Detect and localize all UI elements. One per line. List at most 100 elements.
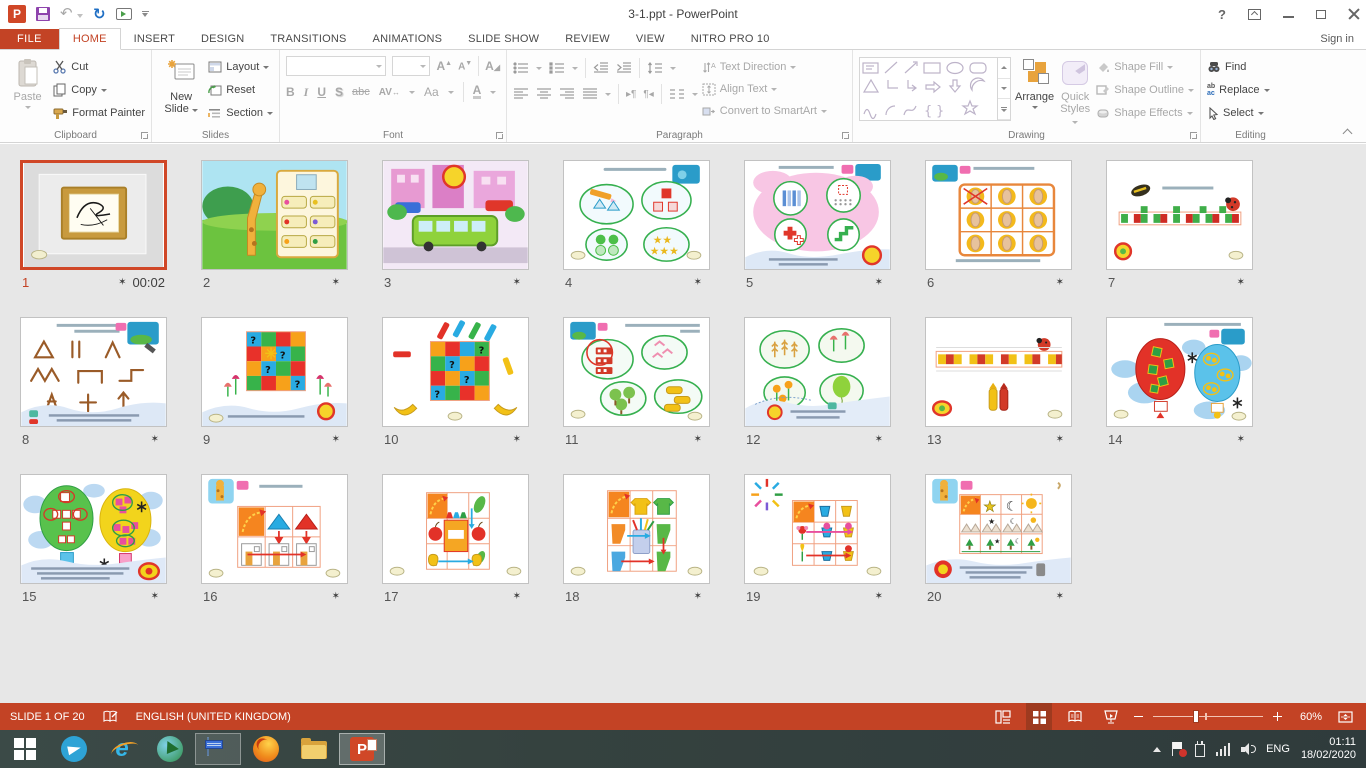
zoom-slider[interactable] bbox=[1153, 703, 1263, 730]
font-dialog-launcher[interactable] bbox=[496, 132, 503, 139]
shape-fill-button[interactable]: Shape Fill bbox=[1096, 57, 1194, 77]
save-icon[interactable] bbox=[36, 7, 50, 21]
slide-cell[interactable]: ???? 10 ✶ bbox=[382, 317, 529, 447]
numbering-icon[interactable] bbox=[549, 61, 565, 75]
shape-effects-button[interactable]: Shape Effects bbox=[1096, 103, 1194, 123]
tab-review[interactable]: REVIEW bbox=[552, 29, 623, 49]
slide-cell[interactable]: 13 ✶ bbox=[925, 317, 1072, 447]
start-button[interactable] bbox=[0, 730, 50, 768]
layout-button[interactable]: Layout bbox=[208, 57, 273, 77]
tab-design[interactable]: DESIGN bbox=[188, 29, 257, 49]
align-center-icon[interactable] bbox=[536, 87, 552, 101]
redo-button[interactable]: ↻ bbox=[93, 7, 106, 21]
customize-qat-button[interactable] bbox=[142, 11, 149, 18]
slide-cell[interactable]: 14 ✶ bbox=[1106, 317, 1253, 447]
help-button[interactable]: ? bbox=[1218, 7, 1226, 22]
reset-button[interactable]: Reset bbox=[208, 80, 273, 100]
drawing-dialog-launcher[interactable] bbox=[1190, 132, 1197, 139]
slide-cell[interactable]: 18 ✶ bbox=[563, 474, 710, 604]
slide-thumbnail[interactable] bbox=[1106, 317, 1253, 427]
powerpoint-app-icon[interactable]: P bbox=[8, 5, 26, 23]
input-language-indicator[interactable]: ENG bbox=[1266, 743, 1290, 755]
select-button[interactable]: Select bbox=[1207, 103, 1270, 123]
close-button[interactable] bbox=[1348, 8, 1360, 20]
paste-button[interactable]: Paste bbox=[6, 54, 49, 127]
align-text-button[interactable]: Align Text bbox=[702, 79, 827, 99]
sign-in-link[interactable]: Sign in bbox=[1308, 29, 1366, 49]
slide-thumbnail[interactable] bbox=[744, 474, 891, 584]
slide-cell[interactable]: 7 ✶ bbox=[1106, 160, 1253, 290]
slide-thumbnail[interactable] bbox=[382, 160, 529, 270]
new-slide-caret-icon[interactable] bbox=[192, 109, 198, 112]
bullets-icon[interactable] bbox=[513, 61, 529, 75]
tab-animations[interactable]: ANIMATIONS bbox=[360, 29, 456, 49]
underline-button[interactable]: U bbox=[317, 85, 326, 99]
justify-icon[interactable] bbox=[582, 87, 598, 101]
clear-formatting-button[interactable]: A◢ bbox=[485, 59, 500, 73]
fit-to-window-button[interactable] bbox=[1332, 703, 1358, 730]
volume-icon[interactable] bbox=[1241, 743, 1255, 755]
decrease-indent-icon[interactable] bbox=[593, 61, 609, 75]
ltr-direction-icon[interactable]: ▸¶ bbox=[626, 89, 636, 100]
copy-caret-icon[interactable] bbox=[101, 89, 107, 92]
slide-thumbnail[interactable] bbox=[563, 474, 710, 584]
slide-thumbnail[interactable] bbox=[201, 474, 348, 584]
power-icon[interactable] bbox=[1195, 744, 1205, 757]
slide-cell[interactable]: 2 ✶ bbox=[201, 160, 348, 290]
line-spacing-icon[interactable] bbox=[647, 61, 663, 75]
shapes-gallery[interactable]: { } bbox=[859, 57, 1011, 121]
slide-cell[interactable]: 8 ✶ bbox=[20, 317, 167, 447]
shape-outline-button[interactable]: Shape Outline bbox=[1096, 80, 1194, 100]
taskbar-onscreen-keyboard[interactable] bbox=[195, 733, 241, 765]
start-slideshow-icon[interactable] bbox=[116, 8, 132, 20]
undo-caret-icon[interactable] bbox=[77, 14, 83, 18]
font-color-caret-icon[interactable] bbox=[490, 91, 496, 94]
action-center-icon[interactable] bbox=[1172, 742, 1184, 756]
paragraph-dialog-launcher[interactable] bbox=[842, 132, 849, 139]
collapse-ribbon-button[interactable] bbox=[1343, 127, 1352, 136]
replace-caret-icon[interactable] bbox=[1264, 89, 1270, 92]
columns-icon[interactable] bbox=[669, 87, 685, 101]
slide-thumbnail[interactable] bbox=[382, 474, 529, 584]
slide-thumbnail[interactable] bbox=[1106, 160, 1253, 270]
slide-thumbnail[interactable]: ???? bbox=[201, 317, 348, 427]
taskbar-telegram[interactable] bbox=[51, 733, 97, 765]
tab-nitro-pro[interactable]: NITRO PRO 10 bbox=[678, 29, 783, 49]
tab-insert[interactable]: INSERT bbox=[121, 29, 188, 49]
slide-thumbnail[interactable] bbox=[20, 160, 167, 270]
slide-show-button[interactable] bbox=[1098, 703, 1124, 730]
slide-cell[interactable]: 17 ✶ bbox=[382, 474, 529, 604]
slide-cell[interactable]: 3 ✶ bbox=[382, 160, 529, 290]
section-caret-icon[interactable] bbox=[267, 112, 273, 115]
slide-cell[interactable]: 6 ✶ bbox=[925, 160, 1072, 290]
slide-thumbnail[interactable] bbox=[925, 160, 1072, 270]
zoom-level[interactable]: 60% bbox=[1292, 711, 1322, 723]
italic-button[interactable]: I bbox=[304, 85, 309, 100]
replace-button[interactable]: abac Replace bbox=[1207, 80, 1270, 100]
spell-check-icon[interactable] bbox=[103, 710, 118, 723]
slide-cell[interactable]: 12 ✶ bbox=[744, 317, 891, 447]
section-button[interactable]: Section bbox=[208, 103, 273, 123]
slide-thumbnail[interactable] bbox=[20, 474, 167, 584]
restore-button[interactable] bbox=[1316, 10, 1326, 19]
tab-file[interactable]: FILE bbox=[0, 29, 59, 49]
text-shadow-button[interactable]: S bbox=[335, 85, 343, 99]
font-name-combo[interactable] bbox=[286, 56, 386, 76]
copy-button[interactable]: Copy bbox=[53, 80, 145, 100]
slide-cell[interactable]: ★★★★★ 4 ✶ bbox=[563, 160, 710, 290]
paste-caret-icon[interactable] bbox=[25, 106, 31, 109]
align-left-icon[interactable] bbox=[513, 87, 529, 101]
slide-cell[interactable]: ???? 9 ✶ bbox=[201, 317, 348, 447]
taskbar-internet-explorer[interactable]: e bbox=[99, 733, 145, 765]
find-button[interactable]: Find bbox=[1207, 57, 1270, 77]
cut-button[interactable]: Cut bbox=[53, 57, 145, 77]
character-spacing-button[interactable]: AV↔ bbox=[379, 87, 400, 98]
font-size-combo[interactable] bbox=[392, 56, 430, 76]
slide-cell[interactable]: 16 ✶ bbox=[201, 474, 348, 604]
normal-view-button[interactable] bbox=[990, 703, 1016, 730]
spacing-caret-icon[interactable] bbox=[409, 91, 415, 94]
zoom-out-button[interactable] bbox=[1134, 716, 1143, 718]
undo-button[interactable]: ↶ bbox=[60, 5, 83, 23]
format-painter-button[interactable]: Format Painter bbox=[53, 103, 145, 123]
tab-slide-show[interactable]: SLIDE SHOW bbox=[455, 29, 552, 49]
